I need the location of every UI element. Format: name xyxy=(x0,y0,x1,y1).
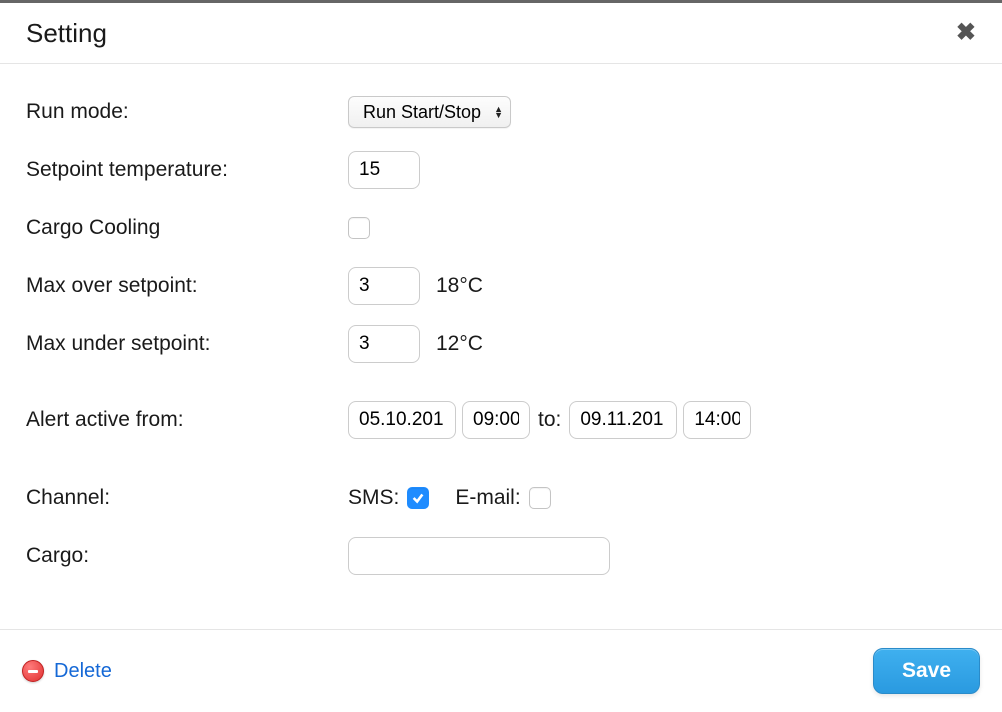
modal-footer: Delete Save xyxy=(0,629,1002,712)
run-mode-label: Run mode: xyxy=(26,100,348,124)
cargo-input[interactable] xyxy=(348,537,610,575)
cargo-cooling-label: Cargo Cooling xyxy=(26,216,348,240)
max-over-row: Max over setpoint: 18°C xyxy=(26,262,976,310)
email-checkbox[interactable] xyxy=(529,487,551,509)
delete-button[interactable]: Delete xyxy=(22,660,112,683)
alert-active-label: Alert active from: xyxy=(26,408,348,432)
save-button[interactable]: Save xyxy=(873,648,980,694)
modal-body: Run mode: Run Start/Stop ▲▼ Setpoint tem… xyxy=(0,64,1002,629)
sms-checkbox[interactable] xyxy=(407,487,429,509)
alert-active-row: Alert active from: to: xyxy=(26,396,976,444)
alert-to-label: to: xyxy=(538,408,561,432)
modal-title: Setting xyxy=(26,18,107,49)
cargo-cooling-checkbox[interactable] xyxy=(348,217,370,239)
run-mode-select[interactable]: Run Start/Stop xyxy=(348,96,511,128)
channel-row: Channel: SMS: E-mail: xyxy=(26,474,976,522)
channel-label: Channel: xyxy=(26,486,348,510)
delete-icon xyxy=(22,660,44,682)
max-over-computed: 18°C xyxy=(436,274,483,298)
run-mode-row: Run mode: Run Start/Stop ▲▼ xyxy=(26,88,976,136)
cargo-label: Cargo: xyxy=(26,544,348,568)
max-under-label: Max under setpoint: xyxy=(26,332,348,356)
delete-label: Delete xyxy=(54,660,112,683)
max-under-input[interactable] xyxy=(348,325,420,363)
alert-to-date-input[interactable] xyxy=(569,401,677,439)
setpoint-temp-input[interactable] xyxy=(348,151,420,189)
email-label: E-mail: xyxy=(455,486,520,510)
setpoint-temp-label: Setpoint temperature: xyxy=(26,158,348,182)
max-over-input[interactable] xyxy=(348,267,420,305)
cargo-row: Cargo: xyxy=(26,532,976,580)
alert-to-time-input[interactable] xyxy=(683,401,751,439)
modal-header: Setting ✖ xyxy=(0,3,1002,64)
alert-from-time-input[interactable] xyxy=(462,401,530,439)
alert-from-date-input[interactable] xyxy=(348,401,456,439)
max-under-computed: 12°C xyxy=(436,332,483,356)
max-over-label: Max over setpoint: xyxy=(26,274,348,298)
cargo-cooling-row: Cargo Cooling xyxy=(26,204,976,252)
close-icon[interactable]: ✖ xyxy=(952,17,980,49)
sms-label: SMS: xyxy=(348,486,399,510)
setpoint-temp-row: Setpoint temperature: xyxy=(26,146,976,194)
max-under-row: Max under setpoint: 12°C xyxy=(26,320,976,368)
settings-modal: Setting ✖ Run mode: Run Start/Stop ▲▼ Se… xyxy=(0,0,1002,712)
